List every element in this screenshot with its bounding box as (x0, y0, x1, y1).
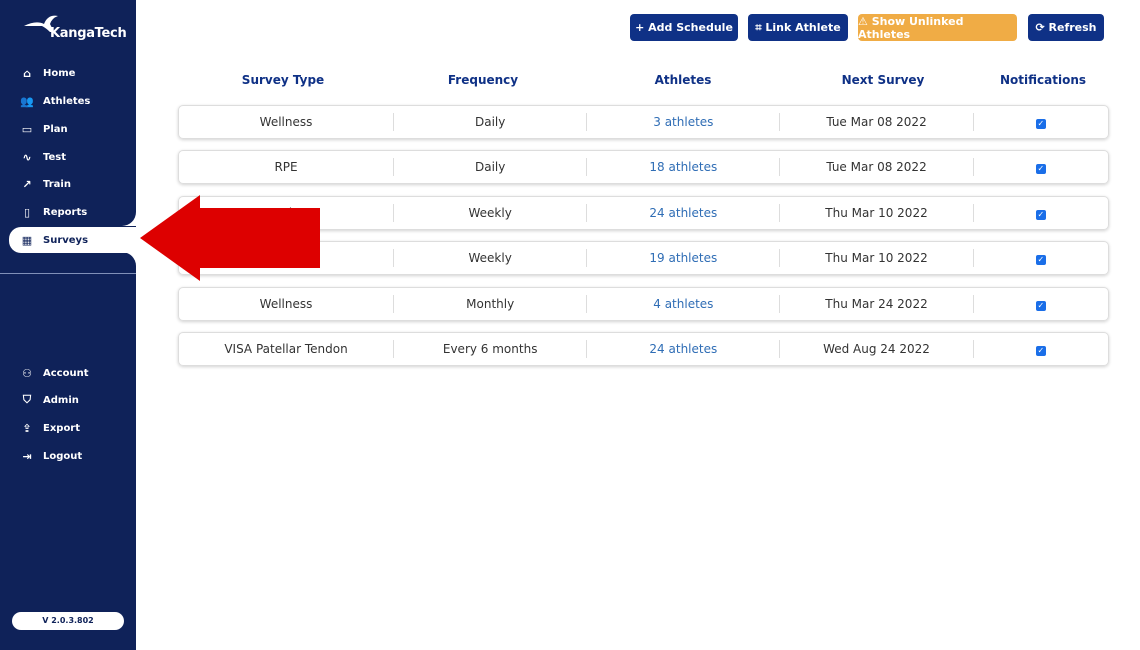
show-unlinked-athletes-button[interactable]: ⚠ Show Unlinked Athletes (858, 14, 1017, 41)
survey-type: VISA Patellar Tendon (179, 340, 395, 358)
sidebar-item-label: Athletes (43, 95, 91, 107)
sidebar-item-label: Train (43, 178, 71, 190)
notifications-checkbox[interactable]: ✓ (1035, 346, 1046, 356)
sidebar-item-label: Reports (43, 206, 88, 218)
sidebar-item-test[interactable]: ∿ Test (0, 145, 136, 169)
header-next-survey[interactable]: Next Survey (800, 73, 966, 87)
users-icon: 👥 (20, 94, 34, 108)
table-row: VISA Patellar Tendon Every 6 months 24 a… (178, 332, 1109, 366)
sidebar-item-train[interactable]: ↗ Train (0, 172, 136, 196)
home-icon: ⌂ (23, 66, 31, 80)
notifications-cell: ✓ (974, 295, 1108, 313)
sidebar-item-label: Plan (43, 123, 68, 135)
refresh-button[interactable]: ⟳ Refresh (1028, 14, 1104, 41)
next-survey: Tue Mar 08 2022 (780, 113, 974, 131)
notifications-checkbox[interactable]: ✓ (1035, 300, 1046, 311)
pulse-icon: ∿ (22, 150, 32, 164)
header-frequency[interactable]: Frequency (400, 73, 566, 87)
notifications-cell: ✓ (974, 249, 1108, 267)
sidebar-item-label: Admin (43, 394, 79, 406)
notifications-checkbox[interactable]: ✓ (1035, 255, 1046, 266)
clipboard-icon: ▯ (23, 205, 31, 219)
add-schedule-button[interactable]: + Add Schedule (630, 14, 738, 41)
notifications-checkbox[interactable]: ✓ (1035, 164, 1046, 175)
notifications-checkbox[interactable]: ✓ (1035, 119, 1046, 129)
athletes-link[interactable]: 18 athletes (587, 158, 781, 177)
athletes-link[interactable]: 24 athletes (587, 203, 781, 222)
shield-icon: ⛉ (22, 393, 32, 406)
athletes-link[interactable]: 3 athletes (587, 113, 781, 131)
notifications-cell: ✓ (974, 204, 1108, 222)
survey-type: Wellness (179, 294, 395, 313)
next-survey: Thu Mar 24 2022 (780, 294, 974, 313)
athletes-link[interactable]: 4 athletes (587, 294, 781, 313)
divider (0, 273, 136, 274)
header-notifications[interactable]: Notifications (960, 73, 1126, 87)
athletes-link[interactable]: 19 athletes (587, 249, 781, 268)
link-athlete-button[interactable]: ⌗ Link Athlete (748, 14, 848, 41)
calendar-icon: ▭ (21, 122, 33, 136)
sidebar: KangaTech ⌂ Home 👥 Athletes ▭ Plan ∿ Test ↗ Train… (0, 0, 136, 650)
table-row: Wellness Monthly 4 athletes Thu Mar 24 2… (178, 286, 1109, 321)
next-survey: Thu Mar 10 2022 (780, 249, 974, 268)
brand-name: KangaTech (50, 26, 127, 41)
sidebar-item-logout[interactable]: ⇥ Logout (0, 444, 136, 468)
frequency: Daily (394, 158, 588, 177)
sidebar-item-account[interactable]: ⚇ Account (0, 361, 136, 385)
version-badge: V 2.0.3.802 (12, 612, 124, 630)
sidebar-item-plan[interactable]: ▭ Plan (0, 117, 136, 141)
sidebar-item-export[interactable]: ⇪ Export (0, 416, 136, 440)
export-icon: ⇪ (22, 421, 32, 435)
sidebar-item-label: Account (43, 367, 89, 379)
sidebar-item-reports[interactable]: ▯ Reports (0, 200, 136, 224)
notifications-cell: ✓ (974, 113, 1108, 131)
survey-calendar-icon: ▦ (21, 233, 33, 247)
athletes-link[interactable]: 24 athletes (587, 340, 781, 358)
header-athletes[interactable]: Athletes (600, 73, 766, 87)
next-survey: Wed Aug 24 2022 (780, 340, 974, 358)
sidebar-item-home[interactable]: ⌂ Home (0, 61, 136, 85)
sidebar-item-label: Surveys (43, 234, 89, 246)
next-survey: Thu Mar 10 2022 (780, 203, 974, 222)
notifications-cell: ✓ (974, 158, 1108, 176)
sidebar-item-label: Export (43, 422, 81, 434)
sidebar-item-label: Home (43, 67, 76, 79)
sidebar-item-label: Logout (43, 450, 83, 462)
frequency: Daily (394, 113, 588, 131)
trend-icon: ↗ (22, 177, 32, 191)
table-row: Wellness Daily 3 athletes Tue Mar 08 202… (178, 105, 1109, 139)
next-survey: Tue Mar 08 2022 (780, 158, 974, 177)
survey-type: RPE (179, 158, 395, 177)
notifications-checkbox[interactable]: ✓ (1035, 209, 1046, 220)
sidebar-item-admin[interactable]: ⛉ Admin (0, 388, 136, 412)
sidebar-item-label: Test (43, 151, 67, 163)
logout-icon: ⇥ (22, 449, 32, 463)
frequency: Monthly (394, 294, 588, 313)
red-arrow-annotation (140, 195, 320, 281)
frequency: Every 6 months (394, 340, 588, 358)
user-icon: ⚇ (22, 366, 32, 380)
header-survey-type[interactable]: Survey Type (200, 73, 366, 87)
decor (120, 252, 136, 268)
frequency: Weekly (394, 203, 588, 222)
sidebar-item-athletes[interactable]: 👥 Athletes (0, 89, 136, 113)
sidebar-item-surveys[interactable]: ▦ Surveys (9, 227, 136, 253)
notifications-cell: ✓ (974, 340, 1108, 358)
frequency: Weekly (394, 249, 588, 268)
table-row: RPE Daily 18 athletes Tue Mar 08 2022 ✓ (178, 150, 1109, 185)
kangatech-logo[interactable]: KangaTech (22, 12, 127, 42)
survey-type: Wellness (179, 113, 395, 131)
